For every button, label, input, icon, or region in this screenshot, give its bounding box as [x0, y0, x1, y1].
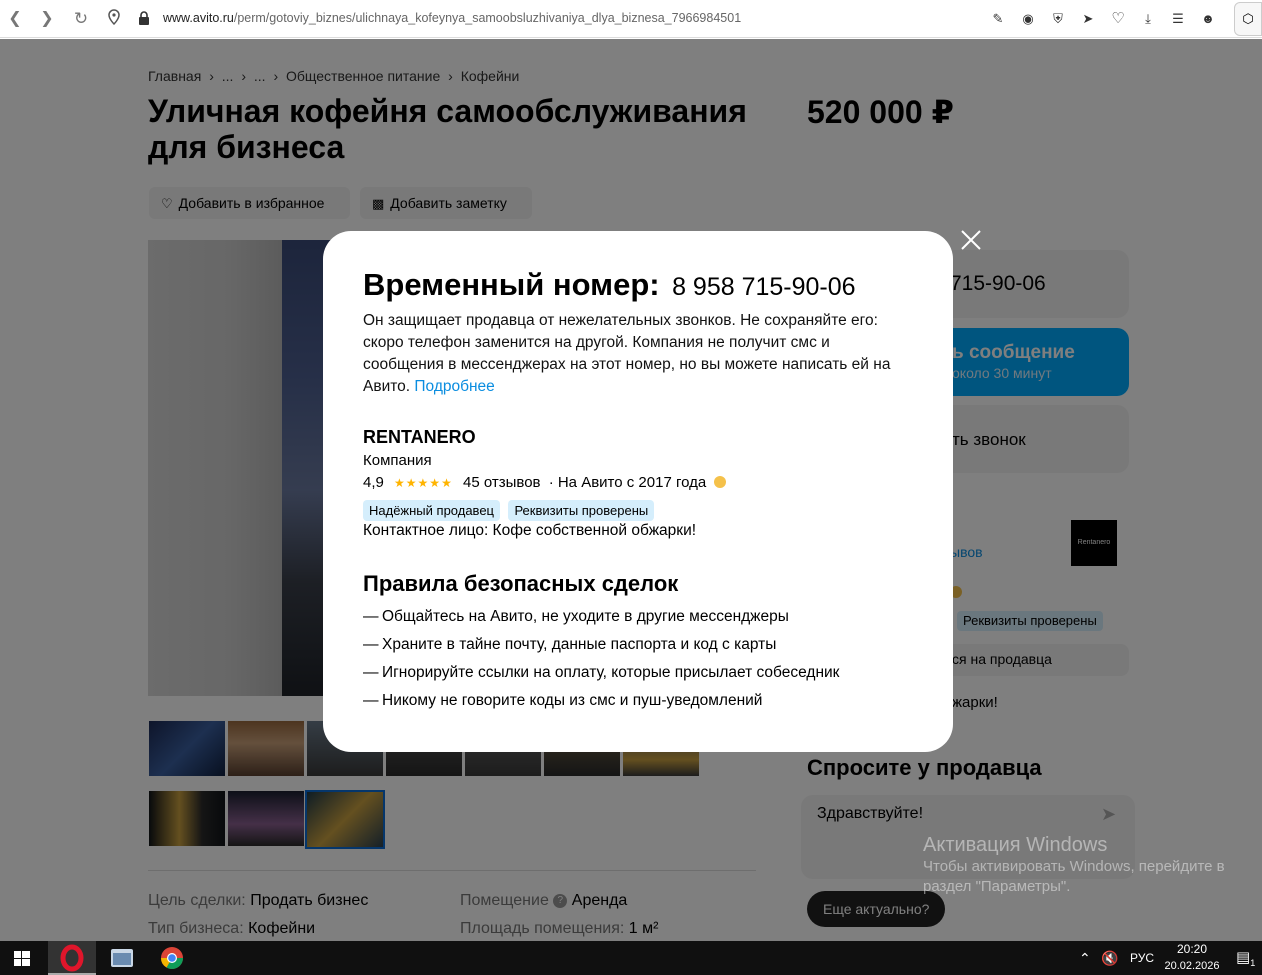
windows-start-icon[interactable] — [8, 941, 36, 975]
safety-rule-text: Храните в тайне почту, данные паспорта и… — [382, 636, 777, 653]
send-icon[interactable]: ➤ — [1078, 9, 1098, 29]
modal-description: Он защищает продавца от нежелательных зв… — [363, 310, 903, 398]
temporary-number[interactable]: 8 958 715-90-06 — [672, 273, 855, 301]
opera-taskbar-icon[interactable] — [48, 941, 96, 975]
activation-watermark-line: Чтобы активировать Windows, перейдите в — [923, 858, 1225, 875]
safety-rule: — Общайтесь на Авито, не уходите в другие… — [363, 608, 789, 625]
safety-rules-title: Правила безопасных сделок — [363, 571, 679, 596]
browser-toolbar: ❮ ❯ ↻ www.avito.ru/perm/gotoviy_biznes/u… — [0, 0, 1262, 38]
temporary-number-label: Временный номер: — [363, 267, 660, 302]
reliable-seller-badge: Надёжный продавец — [363, 500, 500, 521]
edit-icon[interactable]: ✎ — [988, 9, 1008, 29]
download-icon[interactable]: ⤓ — [1138, 9, 1158, 29]
forward-icon[interactable]: ❯ — [37, 9, 57, 29]
notification-count: 1 — [1250, 958, 1256, 968]
location-pin-icon[interactable] — [104, 9, 124, 29]
modal-header: Временный номер: 8 958 715-90-06 — [363, 267, 856, 303]
windows-taskbar: ⌃ 🔇 РУС 20:20 20.02.2026 ▤1 — [0, 941, 1262, 975]
tray-chevron-icon[interactable]: ⌃ — [1079, 941, 1091, 975]
clock-date[interactable]: 20.02.2026 — [1163, 949, 1221, 975]
rating-stars: ★★★★★ — [394, 476, 453, 490]
medal-icon — [714, 476, 727, 488]
safety-rule-text: Общайтесь на Авито, не уходите в другие … — [382, 608, 789, 625]
safety-rule: — Никому не говорите коды из смс и пуш-ув… — [363, 692, 763, 709]
seller-name[interactable]: RENTANERO — [363, 427, 476, 448]
reload-icon[interactable]: ↻ — [71, 9, 91, 29]
back-icon[interactable]: ❮ — [5, 9, 25, 29]
on-avito-since: · На Авито с 2017 года — [548, 474, 707, 491]
rating-value: 4,9 — [363, 474, 384, 491]
safety-rule-text: Никому не говорите коды из смс и пуш-уве… — [382, 692, 763, 709]
menu-icon[interactable]: ☰ — [1168, 9, 1188, 29]
activation-watermark-line: раздел "Параметры". — [923, 878, 1071, 895]
safety-rule-text: Игнорируйте ссылки на оплату, которые пр… — [382, 664, 840, 681]
seller-type: Компания — [363, 452, 432, 469]
reviews-count[interactable]: 45 отзывов — [463, 474, 541, 491]
shield-icon[interactable]: ⛨ — [1048, 9, 1068, 29]
camera-icon[interactable]: ◉ — [1018, 9, 1038, 29]
notifications-icon[interactable]: ▤1 — [1236, 941, 1255, 975]
contact-person: Контактное лицо: Кофе собственной обжарк… — [363, 522, 697, 539]
language-indicator[interactable]: РУС — [1130, 941, 1154, 975]
verified-details-badge: Реквизиты проверены — [508, 500, 655, 521]
cube-icon[interactable]: ⬡ — [1234, 2, 1262, 36]
profile-icon[interactable]: ☻ — [1198, 9, 1218, 29]
activation-watermark-title: Активация Windows — [923, 834, 1108, 856]
safety-rule: — Храните в тайне почту, данные паспорта … — [363, 636, 777, 653]
seller-badges: Надёжный продавец Реквизиты проверены — [363, 500, 658, 521]
safety-rules-list: — Общайтесь на Авито, не уходите в другие… — [363, 603, 839, 715]
heart-icon[interactable]: ♡ — [1108, 9, 1128, 29]
volume-muted-icon[interactable]: 🔇 — [1101, 941, 1118, 975]
avito-listing-page: Главная › ... › ... › Общественное питан… — [0, 39, 1262, 941]
chrome-taskbar-icon[interactable] — [148, 941, 196, 975]
safety-rule: — Игнорируйте ссылки на оплату, которые п… — [363, 664, 840, 681]
lock-icon — [138, 11, 150, 25]
url-text: www.avito.ru/perm/gotoviy_biznes/ulichna… — [163, 11, 742, 25]
learn-more-link[interactable]: Подробнее — [414, 378, 494, 395]
explorer-taskbar-icon[interactable] — [98, 941, 146, 975]
close-icon[interactable] — [958, 227, 984, 253]
seller-rating: 4,9 ★★★★★ 45 отзывов · На Авито с 2017 г… — [363, 474, 727, 491]
temporary-number-modal: Временный номер: 8 958 715-90-06 Он защи… — [323, 231, 953, 752]
